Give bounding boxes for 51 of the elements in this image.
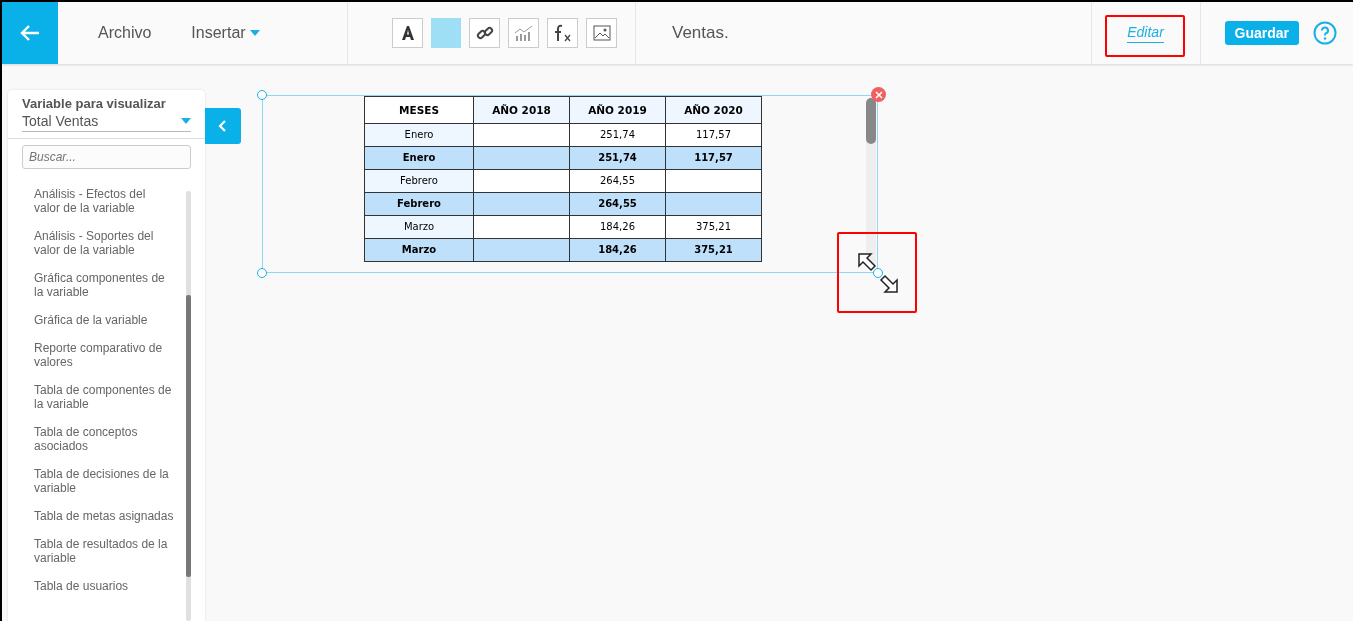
document-title: Ventas. (671, 23, 730, 43)
sidebar-item[interactable]: Gráfica componentes de la variable (34, 267, 178, 309)
text-tool[interactable] (392, 18, 423, 48)
chart-tool[interactable] (508, 18, 539, 48)
table-widget[interactable]: MESES AÑO 2018 AÑO 2019 AÑO 2020 Enero 251,74 117,57 Enero 251,74 117,57 Febrero 264,55 Febrero 264,55 Marzo 184,26 375,21 Marzo 184,26 375,21 (262, 95, 878, 273)
column-header: AÑO 2019 (569, 96, 666, 124)
variable-dropdown[interactable]: Total Ventas (22, 113, 191, 132)
close-icon[interactable] (871, 87, 886, 102)
sidebar-item[interactable]: Tabla de decisiones de la variable (34, 463, 178, 505)
chevron-left-icon (218, 120, 228, 132)
column-header: MESES (364, 96, 474, 124)
letter-icon (399, 25, 416, 41)
collapse-button[interactable] (205, 108, 241, 144)
sidebar-heading: Variable para visualizar (21, 95, 167, 111)
table-cell: Enero (364, 146, 474, 170)
resize-handle[interactable] (257, 268, 267, 278)
sidebar-item[interactable]: Reporte comparativo de valores (34, 337, 178, 379)
help-button[interactable] (1313, 21, 1337, 45)
scrollbar[interactable] (186, 191, 191, 621)
menu-button[interactable]: Insertar (191, 24, 260, 42)
table-cell: Febrero (364, 192, 474, 216)
sidebar-item[interactable]: Tabla de componentes de la variable (34, 379, 178, 421)
image-icon (592, 25, 611, 41)
sidebar-item[interactable]: Gráfica de la variable (34, 309, 178, 337)
fill-color-tool[interactable] (431, 18, 461, 48)
table-cell: Enero (364, 123, 474, 147)
sidebar-item[interactable]: Análisis - Efectos del valor de la variable (34, 183, 178, 225)
sidebar-item[interactable]: Análisis - Soportes del valor de la variable (34, 225, 178, 267)
menu-button[interactable]: Archivo (98, 24, 152, 42)
back-button[interactable] (2, 2, 58, 64)
sidebar-item[interactable]: Tabla de resultados de la variable (34, 533, 178, 575)
image-tool[interactable] (586, 18, 617, 48)
link-tool[interactable] (469, 18, 500, 48)
table-cell: Febrero (364, 169, 474, 193)
resize-handle[interactable] (257, 90, 267, 100)
caret-icon (181, 118, 191, 124)
resize-cursor-icon (855, 250, 901, 296)
column-header: AÑO 2018 (473, 96, 570, 124)
search-field[interactable]: Buscar... (22, 145, 191, 169)
help-icon (1313, 21, 1337, 45)
table-cell: Marzo (364, 215, 474, 239)
sidebar-item[interactable]: Tabla de conceptos asociados (34, 421, 178, 463)
chart-icon (513, 24, 534, 42)
back-arrow-icon (19, 24, 41, 42)
formula-tool[interactable] (547, 18, 578, 48)
sidebar-item[interactable]: Tabla de usuarios (34, 575, 178, 603)
column-header: AÑO 2020 (665, 96, 762, 124)
link-icon (475, 24, 494, 42)
table-cell: Marzo (364, 238, 474, 262)
sidebar-item[interactable]: Tabla de metas asignadas (34, 505, 178, 533)
function-icon (552, 24, 573, 42)
